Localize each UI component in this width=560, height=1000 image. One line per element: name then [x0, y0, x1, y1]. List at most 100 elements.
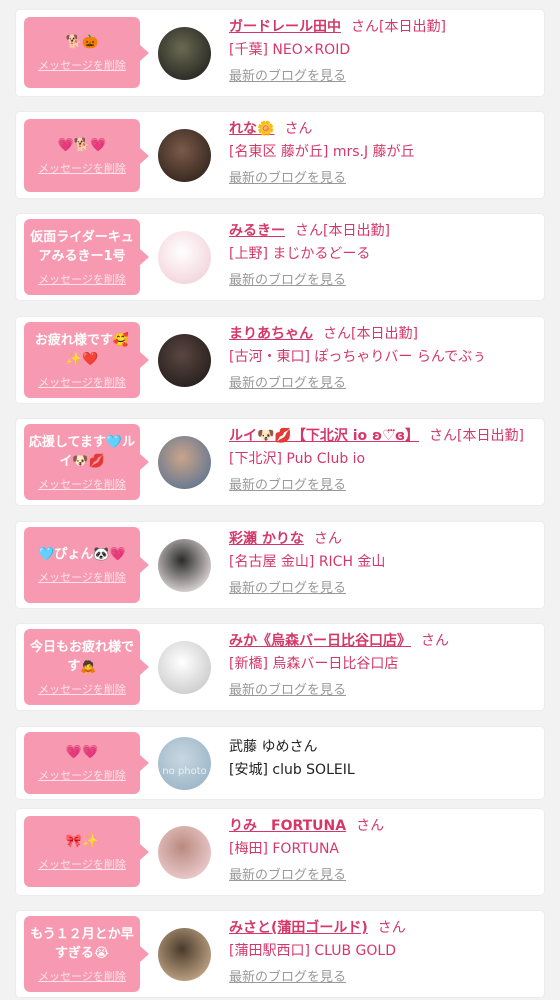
list-item: 💗💗 メッセージを削除 no photo 武藤 ゆめさん [安城] club SOLEI… [16, 727, 544, 799]
list-item: 🎀✨ メッセージを削除 りみ FORTUNA さん [梅田] FORTUNA 最新のブログ… [16, 809, 544, 895]
message-text: 💗💗 [65, 745, 99, 760]
latest-blog-link[interactable]: 最新のブログを見る [229, 68, 536, 86]
message-text: もう１２月とか早すぎる😭 [30, 926, 134, 961]
profile-info: みさと(蒲田ゴールド) さん [蒲田駅西口] CLUB GOLD 最新のブログを見る [229, 918, 536, 987]
list-item: 今日もお疲れ様です🙇 メッセージを削除 みか《烏森バー日比谷口店》 さん [新橋] 烏森… [16, 624, 544, 710]
message-text: 仮面ライダーキュアみるきー1号 [30, 229, 134, 264]
latest-blog-link[interactable]: 最新のブログを見る [229, 682, 536, 700]
name-line: 彩瀬 かりな さん [229, 529, 536, 549]
name-line: れな🌼 さん [229, 119, 536, 139]
name-line: 武藤 ゆめさん [229, 737, 536, 757]
latest-blog-link[interactable]: 最新のブログを見る [229, 867, 536, 885]
latest-blog-link[interactable]: 最新のブログを見る [229, 272, 536, 290]
message-bubble: 💗🐕💗 メッセージを削除 [24, 119, 149, 192]
name-line: ガードレール田中 さん[本日出勤] [229, 17, 536, 37]
avatar[interactable] [158, 539, 211, 592]
message-text: 💗🐕💗 [57, 137, 107, 153]
profile-name-link[interactable]: 彩瀬 かりな [229, 531, 304, 547]
delete-message-link[interactable]: メッセージを削除 [38, 160, 126, 176]
honorific-status: さん [356, 818, 385, 834]
profile-info: 彩瀬 かりな さん [名古屋 金山] RICH 金山 最新のブログを見る [229, 529, 536, 598]
profile-name-link[interactable]: みさと(蒲田ゴールド) [229, 920, 368, 936]
profile-info: みか《烏森バー日比谷口店》 さん [新橋] 烏森バー日比谷口店最新のブログを見る [229, 631, 536, 700]
avatar[interactable] [158, 334, 211, 387]
delete-message-link[interactable]: メッセージを削除 [38, 856, 126, 872]
avatar[interactable] [158, 129, 211, 182]
profile-name-link[interactable]: りみ FORTUNA [229, 818, 346, 834]
message-bubble: お疲れ様です🥰✨❤️ メッセージを削除 [24, 322, 149, 398]
shop-location: [下北沢] Pub Club io [229, 451, 366, 467]
avatar[interactable] [158, 928, 211, 981]
list-item: もう１２月とか早すぎる😭 メッセージを削除 みさと(蒲田ゴールド) さん [蒲田駅西口]… [16, 911, 544, 997]
honorific-status: さん[本日出勤] [429, 428, 524, 444]
avatar[interactable] [158, 826, 211, 879]
name-line: まりあちゃん さん[本日出勤] [229, 324, 536, 344]
avatar[interactable] [158, 231, 211, 284]
list-item: 🐕🎃 メッセージを削除 ガードレール田中 さん[本日出勤] [千葉] NEO×ROID 最… [16, 10, 544, 96]
message-bubble: もう１２月とか早すぎる😭 メッセージを削除 [24, 916, 149, 992]
list-item: 応援してます🩵ルイ🐶💋 メッセージを削除 ルイ🐶💋【下北沢 io ʚ♡⃛ɞ】 さん[本… [16, 419, 544, 505]
profile-name-link[interactable]: ルイ🐶💋【下北沢 io ʚ♡⃛ɞ】 [229, 428, 419, 444]
message-bubble: 仮面ライダーキュアみるきー1号メッセージを削除 [24, 219, 149, 295]
message-text: 🩵ぴょん🐼💗 [38, 547, 126, 562]
profile-name-link[interactable]: まりあちゃん [229, 326, 313, 342]
avatar[interactable] [158, 436, 211, 489]
delete-message-link[interactable]: メッセージを削除 [38, 569, 126, 585]
profile-name-link[interactable]: ガードレール田中 [229, 19, 341, 35]
honorific-status: さん[本日出勤] [295, 223, 390, 239]
list-item: お疲れ様です🥰✨❤️ メッセージを削除 まりあちゃん さん[本日出勤] [古河・東口] … [16, 317, 544, 403]
delete-message-link[interactable]: メッセージを削除 [38, 57, 126, 73]
message-text: 🎀✨ [65, 833, 99, 849]
message-bubble: 🎀✨ メッセージを削除 [24, 816, 149, 887]
latest-blog-link[interactable]: 最新のブログを見る [229, 375, 536, 393]
message-bubble: 🐕🎃 メッセージを削除 [24, 17, 149, 88]
list-item: 💗🐕💗 メッセージを削除 れな🌼 さん [名東区 藤が丘] mrs.J 藤が丘最新のブロ… [16, 112, 544, 198]
list-item: 🩵ぴょん🐼💗 メッセージを削除 彩瀬 かりな さん [名古屋 金山] RICH 金山 最新… [16, 522, 544, 608]
favorites-list: 🐕🎃 メッセージを削除 ガードレール田中 さん[本日出勤] [千葉] NEO×ROID 最… [0, 0, 560, 1000]
profile-name-link[interactable]: みるきー [229, 223, 285, 239]
shop-location: [安城] club SOLEIL [229, 762, 355, 778]
no-photo-label: no photo [162, 766, 207, 777]
profile-info: れな🌼 さん [名東区 藤が丘] mrs.J 藤が丘最新のブログを見る [229, 119, 536, 188]
avatar[interactable]: no photo [158, 737, 211, 790]
delete-message-link[interactable]: メッセージを削除 [38, 271, 126, 287]
latest-blog-link[interactable]: 最新のブログを見る [229, 477, 536, 495]
avatar[interactable] [158, 27, 211, 80]
delete-message-link[interactable]: メッセージを削除 [38, 968, 126, 984]
profile-info: 武藤 ゆめさん [安城] club SOLEIL [229, 737, 536, 780]
profile-name-link[interactable]: れな🌼 [229, 121, 274, 137]
latest-blog-link[interactable]: 最新のブログを見る [229, 580, 536, 598]
honorific-status: さん [377, 920, 406, 936]
honorific-status: さん [284, 121, 313, 137]
name-line: ルイ🐶💋【下北沢 io ʚ♡⃛ɞ】 さん[本日出勤] [229, 426, 536, 446]
delete-message-link[interactable]: メッセージを削除 [38, 374, 126, 390]
profile-name-link[interactable]: みか《烏森バー日比谷口店》 [229, 633, 411, 649]
message-bubble: 🩵ぴょん🐼💗 メッセージを削除 [24, 527, 149, 603]
list-item: 仮面ライダーキュアみるきー1号メッセージを削除 みるきー さん[本日出勤] [上野] … [16, 214, 544, 300]
shop-location: [蒲田駅西口] CLUB GOLD [229, 943, 397, 959]
profile-info: りみ FORTUNA さん [梅田] FORTUNA 最新のブログを見る [229, 816, 536, 885]
shop-location: [名東区 藤が丘] mrs.J 藤が丘 [229, 144, 415, 160]
latest-blog-link[interactable]: 最新のブログを見る [229, 969, 536, 987]
latest-blog-link[interactable]: 最新のブログを見る [229, 170, 536, 188]
profile-name-link: 武藤 ゆめさん [229, 739, 318, 755]
honorific-status: さん[本日出勤] [323, 326, 418, 342]
message-bubble: 応援してます🩵ルイ🐶💋 メッセージを削除 [24, 424, 149, 500]
delete-message-link[interactable]: メッセージを削除 [38, 767, 126, 783]
delete-message-link[interactable]: メッセージを削除 [38, 476, 126, 492]
avatar[interactable] [158, 641, 211, 694]
name-line: りみ FORTUNA さん [229, 816, 536, 836]
honorific-status: さん [313, 531, 342, 547]
shop-location: [上野] まじかるどーる [229, 246, 371, 262]
profile-info: みるきー さん[本日出勤] [上野] まじかるどーる最新のブログを見る [229, 221, 536, 290]
message-text: 応援してます🩵ルイ🐶💋 [28, 434, 136, 469]
shop-location: [梅田] FORTUNA [229, 841, 340, 857]
message-bubble: 今日もお疲れ様です🙇 メッセージを削除 [24, 629, 149, 705]
delete-message-link[interactable]: メッセージを削除 [38, 681, 126, 697]
shop-location: [新橋] 烏森バー日比谷口店 [229, 656, 399, 672]
name-line: みるきー さん[本日出勤] [229, 221, 536, 241]
name-line: みか《烏森バー日比谷口店》 さん [229, 631, 536, 651]
honorific-status: さん[本日出勤] [351, 19, 446, 35]
shop-location: [古河・東口] ぽっちゃりバー らんでぶぅ [229, 349, 487, 365]
message-bubble: 💗💗 メッセージを削除 [24, 732, 149, 794]
